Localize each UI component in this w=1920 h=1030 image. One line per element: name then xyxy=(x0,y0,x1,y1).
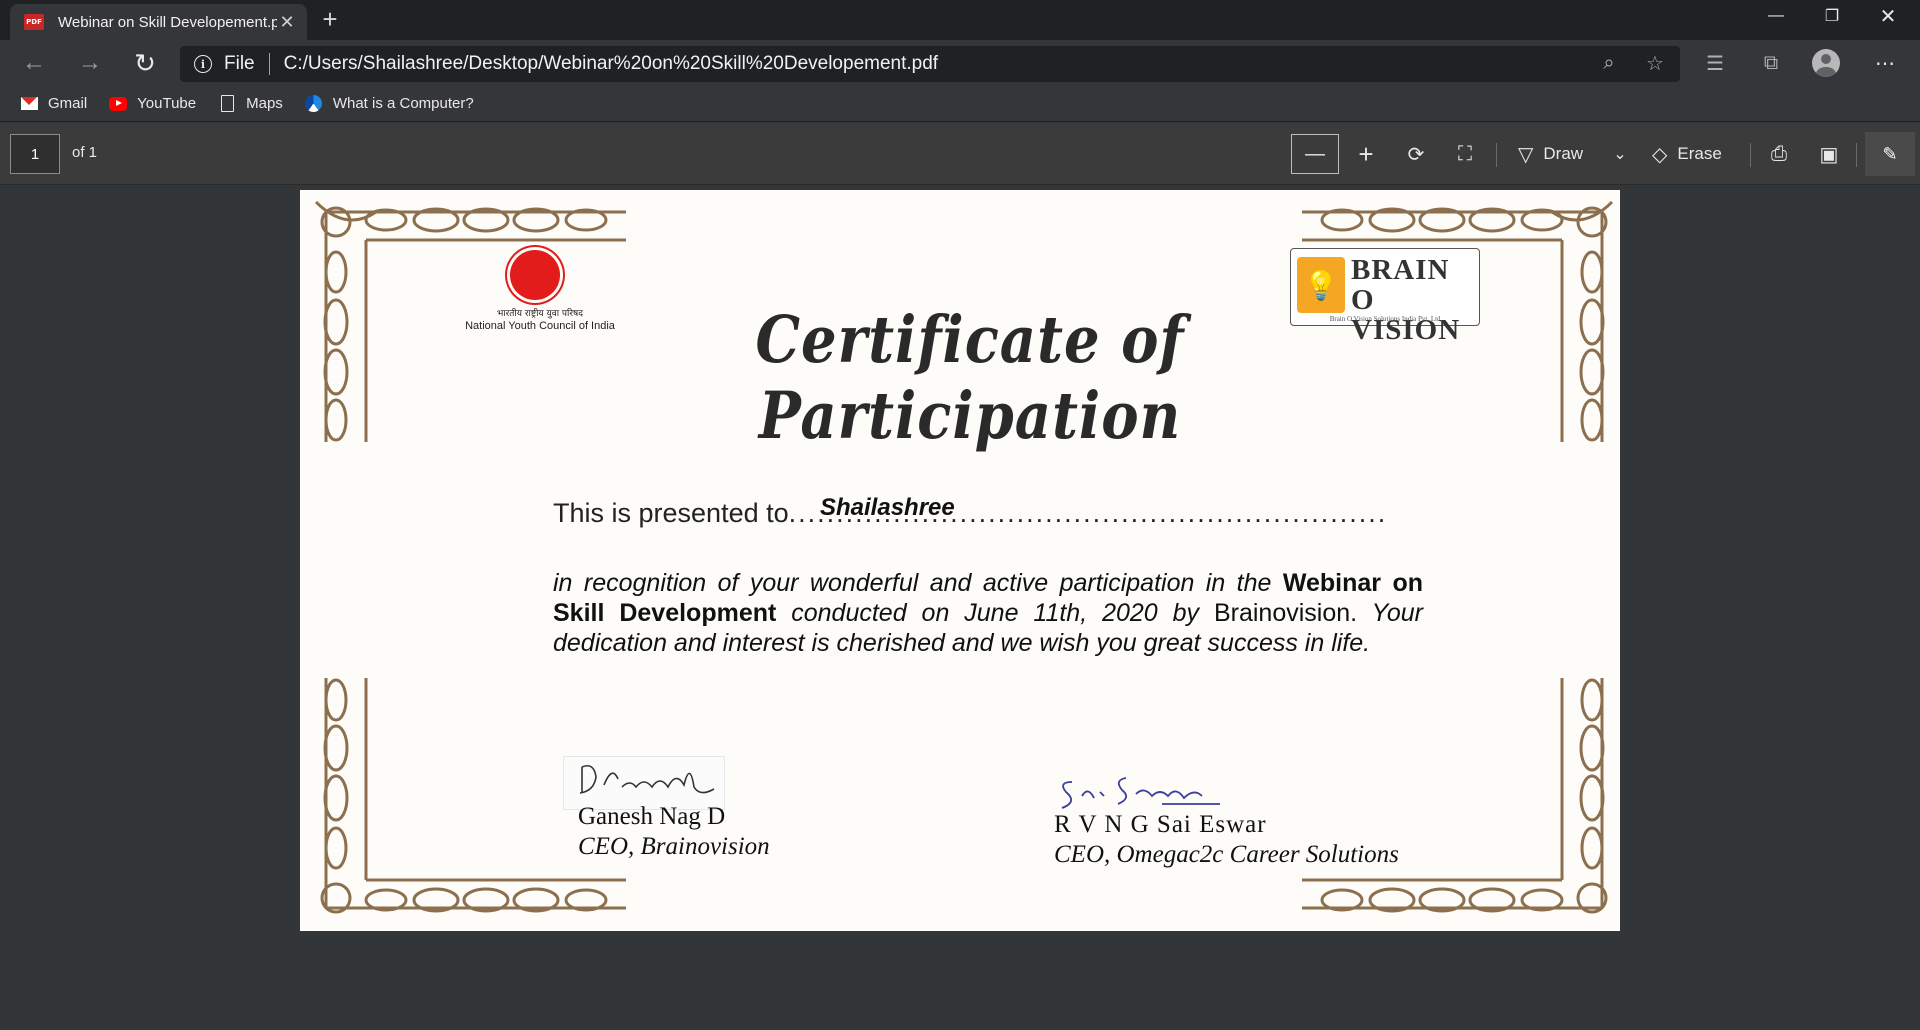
body-text-3: by xyxy=(1157,599,1214,627)
bookmark-youtube[interactable]: YouTube xyxy=(109,95,196,112)
signatory-2-title: CEO, Omegac2c Career Solutions xyxy=(1054,841,1399,868)
close-window-button[interactable]: ✕ xyxy=(1860,0,1916,32)
toolbar-separator xyxy=(1856,143,1857,167)
restore-button[interactable]: ❐ xyxy=(1804,0,1860,32)
pdf-page: भारतीय राष्ट्रीय युवा परिषद National You… xyxy=(300,190,1620,931)
zoom-icon[interactable]: ⌕ xyxy=(1594,48,1624,78)
forward-button[interactable]: → xyxy=(74,47,106,79)
rotate-button[interactable]: ⟳ xyxy=(1402,134,1430,174)
more-menu-icon[interactable]: ⋯ xyxy=(1870,48,1900,78)
org-left-hindi: भारतीय राष्ट्रीय युवा परिषद xyxy=(496,309,584,319)
favorite-star-icon[interactable]: ☆ xyxy=(1640,48,1670,78)
close-tab-icon[interactable]: ✕ xyxy=(277,12,297,32)
webpage-icon xyxy=(305,95,323,112)
presented-line: This is presented to....................… xyxy=(553,498,1388,528)
toolbar-separator xyxy=(1750,143,1751,167)
draw-icon: ▽ xyxy=(1518,143,1534,166)
signatory-2-name: R V N G Sai Eswar xyxy=(1054,811,1267,838)
address-bar[interactable]: i File C:/Users/Shailashree/Desktop/Webi… xyxy=(180,46,1680,82)
collections-icon[interactable]: ⧉ xyxy=(1756,48,1786,78)
signatory-1-title: CEO, Brainovision xyxy=(578,833,770,860)
body-text-2: conducted on xyxy=(776,599,965,627)
logo-right-sub: Brain O Vision Solutions India Pvt. Ltd. xyxy=(1329,315,1443,323)
presented-label: This is presented to xyxy=(553,498,789,528)
organizer-name: Brainovision. xyxy=(1213,599,1358,627)
draw-button[interactable]: ▽ Draw xyxy=(1518,134,1583,174)
pdf-icon: PDF xyxy=(24,14,44,30)
zoom-in-button[interactable]: + xyxy=(1352,134,1380,174)
bookmark-maps[interactable]: Maps xyxy=(218,95,283,112)
national-youth-council-logo xyxy=(510,250,560,300)
bookmarks-bar: Gmail YouTube Maps What is a Computer? xyxy=(0,86,1920,122)
tab-title: Webinar on Skill Developement.pdf xyxy=(58,13,277,31)
profile-avatar[interactable] xyxy=(1812,49,1840,77)
certificate-title: Certificate of Participation xyxy=(755,302,1185,454)
erase-button[interactable]: ◇ Erase xyxy=(1652,134,1722,174)
page-number-input[interactable]: 1 xyxy=(10,134,60,174)
url-scheme: File xyxy=(224,53,255,74)
eraser-icon: ◇ xyxy=(1652,143,1668,166)
browser-tab[interactable]: PDF Webinar on Skill Developement.pdf ✕ xyxy=(10,4,307,40)
bookmark-what-is-a-computer[interactable]: What is a Computer? xyxy=(305,95,474,112)
bookmark-label: Maps xyxy=(246,95,283,112)
pdf-toolbar: 1 of 1 — + ⟳ ⛶ ▽ Draw ⌄ ◇ Erase ⎙ ▣ ✎ xyxy=(0,123,1920,185)
signatory-1-name: Ganesh Nag D xyxy=(578,803,726,830)
bookmark-label: Gmail xyxy=(48,95,88,112)
info-icon[interactable]: i xyxy=(194,55,212,73)
certificate-body: in recognition of your wonderful and act… xyxy=(553,568,1423,658)
logo-right-name: BRAIN O VISION xyxy=(1351,254,1461,346)
webinar-date: June 11th, 2020 xyxy=(964,599,1158,627)
url-text[interactable]: C:/Users/Shailashree/Desktop/Webinar%20o… xyxy=(284,53,938,75)
favorites-icon[interactable]: ☰ xyxy=(1700,48,1730,78)
pin-toolbar-icon[interactable]: ✎ xyxy=(1865,132,1915,176)
back-button[interactable]: ← xyxy=(18,47,50,79)
draw-options-chevron-icon[interactable]: ⌄ xyxy=(1608,134,1632,174)
page-icon xyxy=(218,95,236,112)
fit-page-button[interactable]: ⛶ xyxy=(1450,134,1480,174)
title-bar: PDF Webinar on Skill Developement.pdf ✕ … xyxy=(0,0,1920,40)
refresh-button[interactable]: ↻ xyxy=(129,47,161,79)
toolbar-separator xyxy=(1496,143,1497,167)
brain-o-vision-logo: 💡 BRAIN O VISION Brain O Vision Solution… xyxy=(1290,248,1480,345)
bookmark-gmail[interactable]: Gmail xyxy=(20,95,87,112)
youtube-icon xyxy=(109,96,128,112)
address-separator xyxy=(268,53,270,75)
zoom-out-button[interactable]: — xyxy=(1291,134,1339,174)
recipient-name: Shailashree xyxy=(820,494,955,521)
page-count: of 1 xyxy=(72,144,98,161)
signature-image-1 xyxy=(563,756,725,810)
org-left-english: National Youth Council of India xyxy=(465,320,615,332)
bookmark-label: YouTube xyxy=(137,95,197,112)
minimize-button[interactable]: — xyxy=(1748,0,1804,32)
save-icon[interactable]: ▣ xyxy=(1814,134,1844,174)
signature-image-2 xyxy=(1052,768,1224,814)
bookmark-label: What is a Computer? xyxy=(332,95,474,112)
erase-label: Erase xyxy=(1677,144,1722,163)
print-icon[interactable]: ⎙ xyxy=(1764,134,1794,174)
ornament-corner-bottom-right xyxy=(1292,668,1620,928)
new-tab-button[interactable]: + xyxy=(316,6,344,34)
navigation-bar: ← → ↻ i File C:/Users/Shailashree/Deskto… xyxy=(0,40,1920,86)
gmail-icon xyxy=(20,96,38,112)
body-text-1: in recognition of your wonderful and act… xyxy=(553,569,1283,597)
draw-label: Draw xyxy=(1543,144,1584,163)
lightbulb-icon: 💡 xyxy=(1297,257,1345,313)
pdf-viewer[interactable]: भारतीय राष्ट्रीय युवा परिषद National You… xyxy=(0,186,1920,1030)
